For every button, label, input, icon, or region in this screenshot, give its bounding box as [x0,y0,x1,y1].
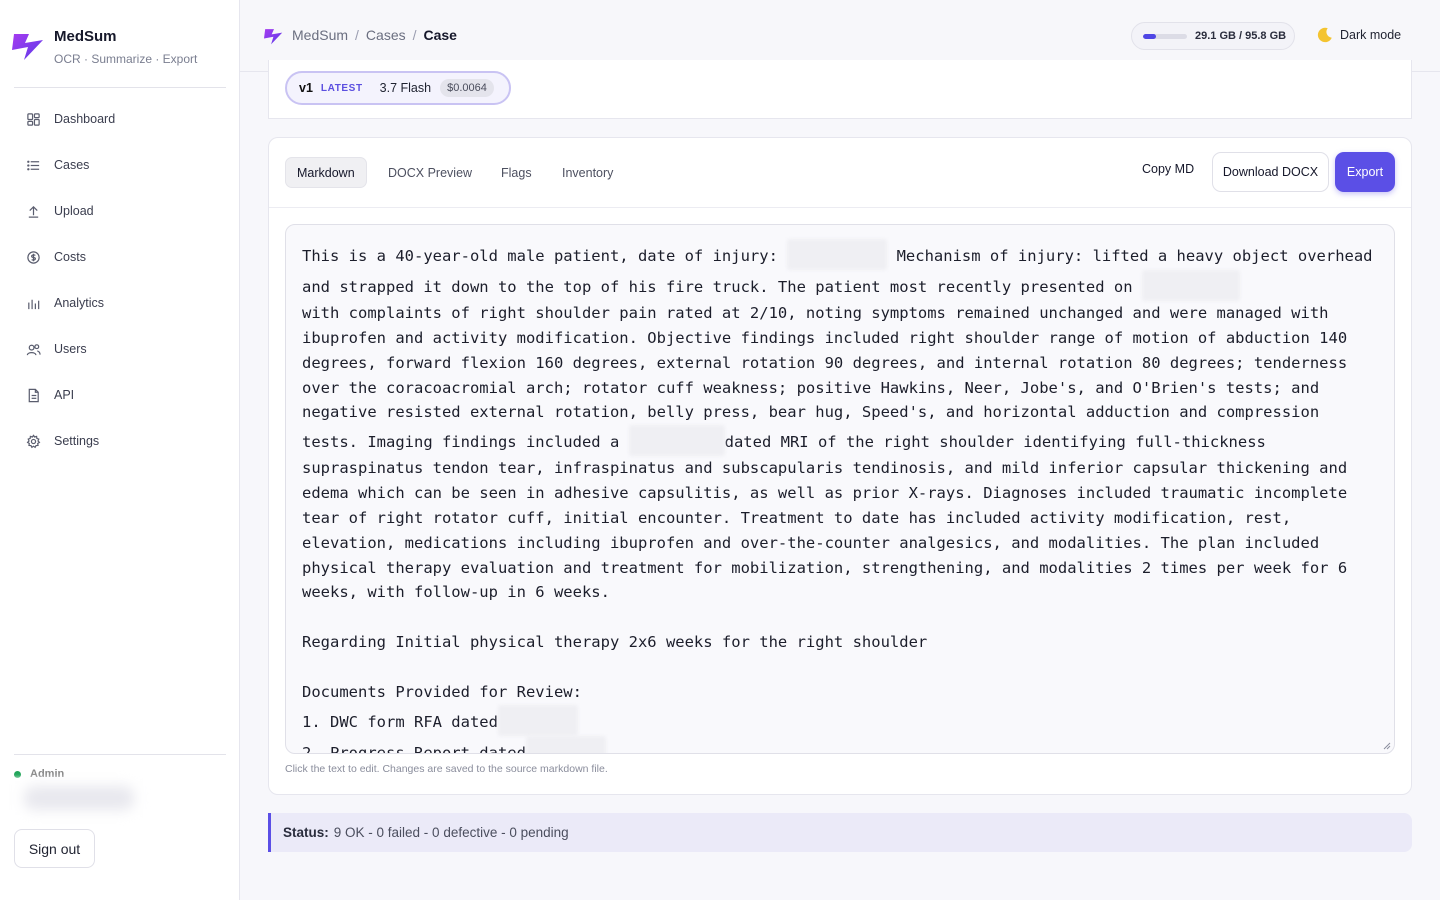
sidebar-item-label: Dashboard [54,112,116,126]
breadcrumb: MedSum / Cases / Case [264,24,457,46]
sign-out-button[interactable]: Sign out [14,829,95,868]
online-status-icon [14,770,21,778]
model-name: 3.7 Flash [379,81,432,95]
divider [14,754,226,755]
download-docx-button[interactable]: Download DOCX [1212,152,1329,192]
dark-mode-toggle[interactable]: Dark mode [1316,26,1401,44]
md-segment: with complaints of right shoulder pain r… [302,304,1348,452]
status-bar: Status: 9 OK - 0 failed - 0 defective - … [268,813,1412,852]
md-segment: This is a 40-year-old male patient, date… [302,247,788,265]
markdown-text[interactable]: This is a 40-year-old male patient, date… [302,239,1378,754]
sidebar-item-label: API [54,388,75,402]
tab-inventory[interactable]: Inventory [562,157,613,188]
storage-progress-bar [1143,33,1187,39]
md-segment: dated MRI of the right shoulder identify… [302,433,1348,731]
brand[interactable]: MedSum OCR · Summarize · Export [12,26,197,66]
app-tagline: OCR · Summarize · Export [54,52,198,66]
editor-help-text: Click the text to edit. Changes are save… [285,763,608,775]
storage-progress-fill [1143,33,1157,39]
sidebar-nav: Dashboard Cases Upload Costs Analytics U… [14,96,226,464]
redacted-date [1141,270,1240,301]
storage-indicator: 29.1 GB / 95.8 GB [1131,22,1295,50]
redacted-user-info [6,778,146,818]
redacted-date [787,239,888,270]
redacted-date [628,425,725,457]
md-segment: 2. Progress Report dated [302,743,526,754]
redacted-date [525,735,606,753]
sidebar-item-label: Settings [54,434,100,448]
storage-text: 29.1 GB / 95.8 GB [1195,30,1287,42]
editor-card: Markdown DOCX Preview Flags Inventory Co… [268,137,1412,795]
bolt-logo-icon [12,34,43,60]
sidebar-item-label: Users [54,342,87,356]
version-pill[interactable]: v1 LATEST 3.7 Flash $0.0064 [285,71,511,105]
sidebar-item-upload[interactable]: Upload [14,188,226,234]
status-text: 9 OK - 0 failed - 0 defective - 0 pendin… [333,825,569,840]
copy-md-button[interactable]: Copy MD [1142,162,1194,176]
breadcrumb-cases[interactable]: Cases [366,27,406,43]
sidebar-item-label: Costs [54,250,86,264]
sidebar-item-label: Analytics [54,296,105,310]
version-card: v1 LATEST 3.7 Flash $0.0064 [268,60,1412,119]
upload-icon [26,204,41,219]
redacted-date [497,704,578,736]
sidebar-item-users[interactable]: Users [14,326,226,372]
sidebar-item-label: Cases [54,158,90,172]
app-name: MedSum [54,28,117,45]
breadcrumb-separator: / [355,27,359,43]
dollar-icon [26,250,41,265]
status-label: Status: [283,825,329,840]
document-icon [26,388,41,403]
sidebar-item-dashboard[interactable]: Dashboard [14,96,226,142]
bolt-logo-icon [264,29,283,45]
sidebar-item-label: Upload [54,204,94,218]
sidebar-item-cases[interactable]: Cases [14,142,226,188]
latest-badge: LATEST [320,82,363,94]
sidebar-item-api[interactable]: API [14,372,226,418]
bar-chart-icon [26,296,41,311]
markdown-editor[interactable]: This is a 40-year-old male patient, date… [285,224,1395,754]
breadcrumb-separator: / [412,27,417,43]
breadcrumb-root[interactable]: MedSum [292,27,348,43]
dark-mode-label: Dark mode [1340,28,1402,42]
sidebar-item-analytics[interactable]: Analytics [14,280,226,326]
users-icon [26,342,41,357]
version-number: v1 [299,81,313,95]
breadcrumb-current: Case [423,27,457,43]
sidebar-item-settings[interactable]: Settings [14,418,226,464]
sidebar: MedSum OCR · Summarize · Export Dashboar… [0,0,240,900]
sidebar-item-costs[interactable]: Costs [14,234,226,280]
cost-badge: $0.0064 [440,79,494,97]
export-button[interactable]: Export [1335,152,1395,192]
dashboard-icon [26,112,41,127]
tab-markdown[interactable]: Markdown [285,157,367,188]
moon-icon [1317,27,1332,43]
resize-handle-icon[interactable] [1383,742,1391,750]
tab-docx-preview[interactable]: DOCX Preview [388,157,472,188]
list-icon [26,158,41,173]
tab-flags[interactable]: Flags [501,157,532,188]
gear-icon [26,433,41,449]
divider [14,87,226,88]
tabs-bar: Markdown DOCX Preview Flags Inventory Co… [269,138,1411,208]
